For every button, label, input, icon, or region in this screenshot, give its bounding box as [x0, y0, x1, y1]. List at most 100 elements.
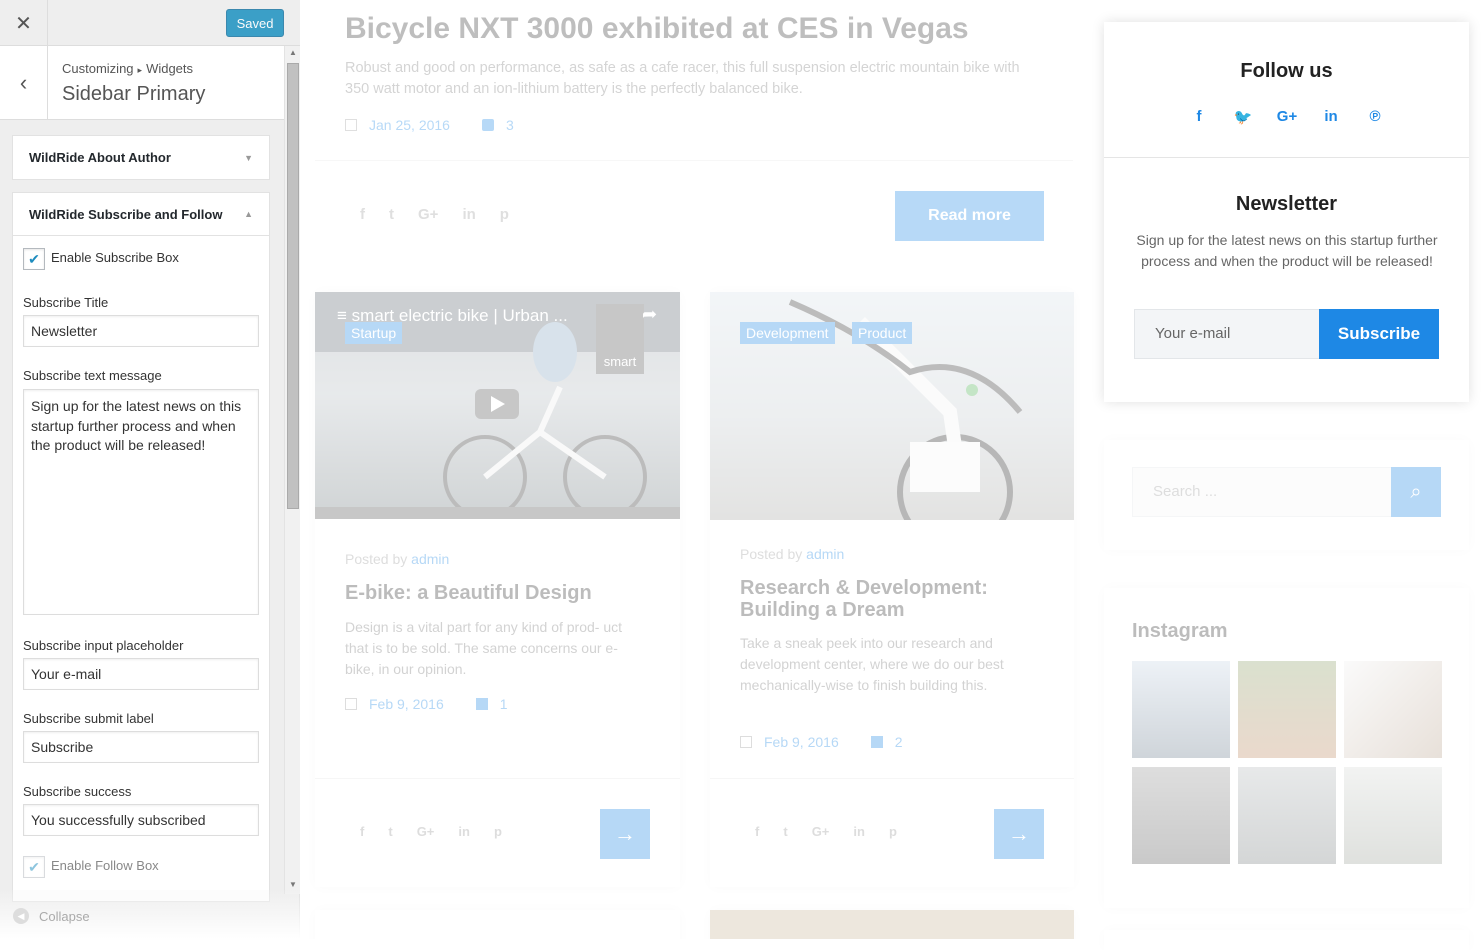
facebook-icon[interactable]: f [360, 206, 365, 223]
post-date: Feb 9, 2016 [764, 734, 839, 750]
checkmark-icon: ✔ [28, 858, 40, 875]
googleplus-icon[interactable]: G+ [417, 824, 435, 839]
customizer-header: ✕ Saved [0, 0, 300, 46]
newsletter-subscribe-button[interactable]: Subscribe [1319, 309, 1439, 359]
facebook-icon[interactable]: f [1177, 108, 1221, 126]
author-link[interactable]: admin [411, 551, 449, 567]
twitter-icon[interactable]: 🐦 [1221, 108, 1265, 126]
subscribe-success-input[interactable]: You successfully subscribed [23, 804, 259, 836]
submit-label-input[interactable]: Subscribe [23, 731, 259, 763]
enable-follow-checkbox[interactable]: ✔ [23, 856, 45, 878]
facebook-icon[interactable]: f [755, 824, 759, 839]
instagram-photo[interactable] [1344, 767, 1442, 864]
googleplus-icon[interactable]: G+ [418, 206, 438, 223]
posted-by: Posted by admin [740, 546, 845, 562]
pinterest-icon[interactable]: p [494, 824, 502, 839]
widget-about-author[interactable]: WildRide About Author ▼ [12, 135, 270, 180]
back-button[interactable]: ‹ [0, 46, 48, 119]
breadcrumb-separator-icon: ▸ [137, 65, 143, 75]
post-title[interactable]: Research & Development: Building a Dream [740, 577, 1040, 621]
collapse-button[interactable]: ◀ Collapse [13, 908, 90, 924]
checkmark-icon: ✔ [28, 250, 40, 267]
arrow-right-button[interactable]: → [994, 809, 1044, 859]
pinterest-icon[interactable]: p [500, 206, 509, 223]
instagram-grid [1132, 661, 1442, 864]
widget-header[interactable]: WildRide About Author ▼ [13, 136, 269, 179]
post-excerpt: Design is a vital part for any kind of p… [345, 619, 623, 677]
post-card-stub [315, 910, 680, 939]
twitter-icon[interactable]: t [783, 824, 787, 839]
collapse-arrow-icon[interactable]: ▲ [244, 209, 253, 219]
widget-title: WildRide Subscribe and Follow [29, 206, 223, 222]
enable-subscribe-checkbox[interactable]: ✔ [23, 248, 45, 270]
collapse-icon: ◀ [13, 908, 29, 924]
post-card-stub [710, 910, 1074, 939]
share-icons: f t G+ in p [360, 824, 502, 839]
input-placeholder-input[interactable]: Your e-mail [23, 658, 259, 690]
twitter-icon[interactable]: t [388, 824, 392, 839]
divider [315, 778, 680, 779]
share-icons: f t G+ in p [360, 206, 509, 223]
widget-subscribe-follow: WildRide Subscribe and Follow ▲ ✔ Enable… [12, 192, 270, 902]
scrollbar-thumb[interactable] [287, 63, 299, 509]
customizer-panel: ✕ Saved ‹ Customizing ▸ Widgets Sidebar Pr… [0, 0, 300, 939]
subscribe-text-textarea[interactable]: Sign up for the latest news on this star… [23, 389, 259, 615]
post-meta: Feb 9, 2016 2 [740, 734, 903, 750]
post-meta: Feb 9, 2016 1 [345, 696, 508, 712]
divider [1104, 157, 1469, 158]
facebook-icon[interactable]: f [360, 824, 364, 839]
submit-label-label: Subscribe submit label [23, 711, 154, 726]
author-link[interactable]: admin [806, 546, 844, 562]
section-header: ‹ Customizing ▸ Widgets Sidebar Primary [0, 46, 284, 120]
expand-arrow-icon[interactable]: ▼ [244, 153, 253, 163]
search-button[interactable]: ⌕ [1391, 467, 1441, 517]
panel-scrollbar[interactable]: ▲ ▼ [284, 46, 300, 894]
instagram-photo[interactable] [1238, 767, 1336, 864]
post-tag[interactable]: Product [852, 322, 913, 344]
pinterest-icon[interactable]: p [889, 824, 897, 839]
close-customizer-button[interactable]: ✕ [0, 0, 48, 46]
newsletter-title: Newsletter [1235, 193, 1338, 215]
comment-count: 3 [505, 117, 514, 133]
pinterest-icon[interactable]: ℗ [1353, 108, 1397, 126]
twitter-icon[interactable]: t [389, 206, 394, 223]
instagram-photo[interactable] [1132, 661, 1230, 758]
subscribe-title-input[interactable]: Newsletter [23, 315, 259, 347]
featured-post-title[interactable]: Bicycle NXT 3000 exhibited at CES in Veg… [345, 12, 969, 46]
comment-count: 1 [499, 696, 508, 712]
linkedin-icon[interactable]: in [458, 824, 470, 839]
divider [710, 778, 1074, 779]
googleplus-icon[interactable]: G+ [812, 824, 830, 839]
smart-logo: smart [596, 304, 644, 374]
search-input[interactable]: Search ... [1132, 467, 1392, 517]
post-title[interactable]: E-bike: a Beautiful Design [345, 582, 592, 605]
collapse-label: Collapse [39, 908, 90, 924]
post-tag[interactable]: Startup [345, 322, 403, 344]
instagram-photo[interactable] [1238, 661, 1336, 758]
linkedin-icon[interactable]: in [1309, 108, 1353, 126]
calendar-icon [345, 119, 357, 131]
linkedin-icon[interactable]: in [853, 824, 865, 839]
post-tag[interactable]: Development [740, 322, 835, 344]
saved-button[interactable]: Saved [226, 9, 284, 37]
widget-header[interactable]: WildRide Subscribe and Follow ▲ [13, 193, 269, 236]
chevron-left-icon: ‹ [19, 69, 28, 95]
share-icons: f t G+ in p [755, 824, 897, 839]
enable-follow-label: Enable Follow Box [51, 858, 159, 873]
googleplus-icon[interactable]: G+ [1265, 108, 1309, 126]
newsletter-email-input[interactable]: Your e-mail [1134, 309, 1320, 359]
instagram-photo[interactable] [1132, 767, 1230, 864]
close-icon: ✕ [15, 12, 32, 35]
breadcrumb: Customizing ▸ Widgets [62, 61, 193, 76]
arrow-right-button[interactable]: → [600, 809, 650, 859]
linkedin-icon[interactable]: in [462, 206, 475, 223]
scroll-up-icon[interactable]: ▲ [289, 48, 297, 57]
read-more-button[interactable]: Read more [895, 191, 1044, 241]
scroll-down-icon[interactable]: ▼ [289, 880, 297, 889]
breadcrumb-leaf: Widgets [146, 61, 194, 76]
instagram-photo[interactable] [1344, 661, 1442, 758]
subscribe-success-label: Subscribe success [23, 784, 132, 799]
comment-icon [475, 698, 488, 710]
featured-post-meta: Jan 25, 2016 3 [345, 117, 514, 133]
share-arrow-icon[interactable]: ➦ [642, 304, 657, 325]
